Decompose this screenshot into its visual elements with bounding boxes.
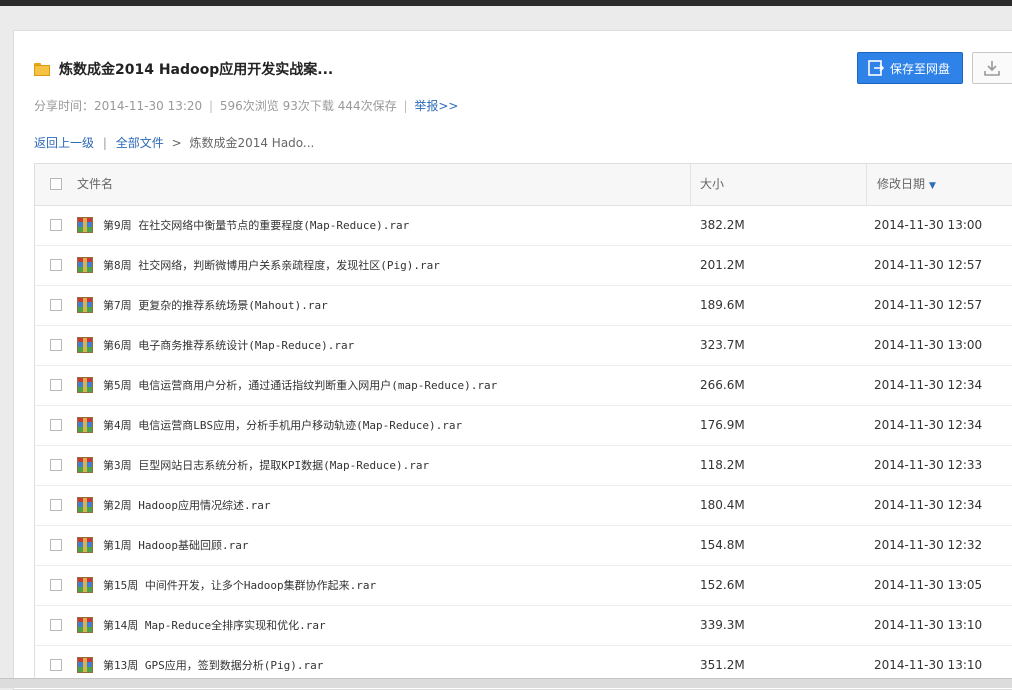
share-time-label: 分享时间： (34, 99, 95, 113)
download-count: 93次下载 (282, 99, 334, 113)
file-date: 2014-11-30 13:10 (874, 618, 983, 632)
share-time: 2014-11-30 13:20 (94, 99, 203, 113)
select-all-checkbox[interactable] (50, 178, 62, 190)
table-row[interactable]: 第14周 Map-Reduce全排序实现和优化.rar 339.3M 2014-11… (35, 606, 1012, 646)
save-count: 444次保存 (337, 99, 397, 113)
file-name[interactable]: 第3周 巨型网站日志系统分析，提取KPI数据(Map-Reduce).rar (103, 446, 429, 485)
rar-file-icon (77, 577, 93, 593)
file-name[interactable]: 第15周 中间件开发，让多个Hadoop集群协作起来.rar (103, 566, 376, 605)
header-modified[interactable]: 修改日期 ▼ (877, 164, 936, 205)
share-title: 炼数成金2014 Hadoop应用开发实战案... (59, 62, 334, 78)
row-checkbox[interactable] (50, 619, 62, 631)
table-row[interactable]: 第15周 中间件开发，让多个Hadoop集群协作起来.rar 152.6M 2014… (35, 566, 1012, 606)
row-checkbox[interactable] (50, 339, 62, 351)
view-count: 596次浏览 (219, 99, 279, 113)
file-size: 152.6M (700, 578, 745, 592)
file-name[interactable]: 第4周 电信运营商LBS应用，分析手机用户移动轨迹(Map-Reduce).ra… (103, 406, 462, 445)
breadcrumb-back[interactable]: 返回上一级 (34, 136, 94, 150)
table-row[interactable]: 第4周 电信运营商LBS应用，分析手机用户移动轨迹(Map-Reduce).ra… (35, 406, 1012, 446)
table-row[interactable]: 第3周 巨型网站日志系统分析，提取KPI数据(Map-Reduce).rar 11… (35, 446, 1012, 486)
table-header: 文件名 大小 修改日期 ▼ (35, 164, 1012, 206)
header-filename[interactable]: 文件名 (77, 164, 113, 205)
rar-file-icon (77, 257, 93, 273)
share-meta: 分享时间：2014-11-30 13:20 | 596次浏览 93次下载 444… (34, 99, 459, 113)
file-date: 2014-11-30 13:00 (874, 338, 983, 352)
table-row[interactable]: 第2周 Hadoop应用情况综述.rar 180.4M 2014-11-30 12:… (35, 486, 1012, 526)
rar-file-icon (77, 497, 93, 513)
row-checkbox[interactable] (50, 459, 62, 471)
rar-file-icon (77, 297, 93, 313)
row-checkbox[interactable] (50, 219, 62, 231)
file-date: 2014-11-30 12:57 (874, 258, 983, 272)
file-size: 266.6M (700, 378, 745, 392)
row-checkbox[interactable] (50, 379, 62, 391)
file-name[interactable]: 第5周 电信运营商用户分析，通过通话指纹判断重入网用户(map-Reduce).… (103, 366, 497, 405)
table-row[interactable]: 第1周 Hadoop基础回顾.rar 154.8M 2014-11-30 12:32 (35, 526, 1012, 566)
rar-file-icon (77, 457, 93, 473)
save-icon (868, 60, 884, 76)
file-date: 2014-11-30 12:34 (874, 418, 983, 432)
file-name[interactable]: 第1周 Hadoop基础回顾.rar (103, 526, 248, 565)
rar-file-icon (77, 537, 93, 553)
file-size: 189.6M (700, 298, 745, 312)
save-button-label: 保存至网盘 (890, 61, 951, 76)
table-row[interactable]: 第9周 在社交网络中衡量节点的重要程度(Map-Reduce).rar 382.2… (35, 206, 1012, 246)
table-row[interactable]: 第8周 社交网络，判断微博用户关系亲疏程度，发现社区(Pig).rar 201.2… (35, 246, 1012, 286)
breadcrumb-separator: > (171, 136, 182, 150)
row-checkbox[interactable] (50, 499, 62, 511)
file-size: 176.9M (700, 418, 745, 432)
row-checkbox[interactable] (50, 259, 62, 271)
share-title-row: 炼数成金2014 Hadoop应用开发实战案... (34, 59, 333, 79)
table-row[interactable]: 第6周 电子商务推荐系统设计(Map-Reduce).rar 323.7M 2014… (35, 326, 1012, 366)
rar-file-icon (77, 217, 93, 233)
rar-file-icon (77, 377, 93, 393)
rar-file-icon (77, 337, 93, 353)
breadcrumb-all-files[interactable]: 全部文件 (116, 136, 164, 150)
table-body: 第9周 在社交网络中衡量节点的重要程度(Map-Reduce).rar 382.2… (35, 206, 1012, 686)
header-modified-label: 修改日期 (877, 177, 926, 191)
file-date: 2014-11-30 12:34 (874, 378, 983, 392)
row-checkbox[interactable] (50, 579, 62, 591)
breadcrumb: 返回上一级 | 全部文件 > 炼数成金2014 Hado... (34, 136, 315, 150)
breadcrumb-current: 炼数成金2014 Hado... (189, 136, 315, 150)
browser-top-bar (0, 0, 1012, 6)
save-to-netdisk-button[interactable]: 保存至网盘 (857, 52, 963, 84)
file-name[interactable]: 第14周 Map-Reduce全排序实现和优化.rar (103, 606, 326, 645)
rar-file-icon (77, 617, 93, 633)
table-row[interactable]: 第7周 更复杂的推荐系统场景(Mahout).rar 189.6M 2014-11-… (35, 286, 1012, 326)
header-size[interactable]: 大小 (700, 164, 724, 205)
file-size: 382.2M (700, 218, 745, 232)
file-name[interactable]: 第6周 电子商务推荐系统设计(Map-Reduce).rar (103, 326, 354, 365)
report-link[interactable]: 举报>> (414, 99, 458, 113)
share-panel: 炼数成金2014 Hadoop应用开发实战案... 保存至网盘 分享时间：201… (13, 30, 1012, 690)
file-name[interactable]: 第8周 社交网络，判断微博用户关系亲疏程度，发现社区(Pig).rar (103, 246, 440, 285)
file-name[interactable]: 第9周 在社交网络中衡量节点的重要程度(Map-Reduce).rar (103, 206, 409, 245)
file-date: 2014-11-30 12:34 (874, 498, 983, 512)
file-size: 118.2M (700, 458, 745, 472)
rar-file-icon (77, 417, 93, 433)
row-checkbox[interactable] (50, 539, 62, 551)
file-date: 2014-11-30 12:32 (874, 538, 983, 552)
folder-icon (34, 62, 50, 76)
file-size: 339.3M (700, 618, 745, 632)
file-date: 2014-11-30 12:57 (874, 298, 983, 312)
row-checkbox[interactable] (50, 419, 62, 431)
sort-desc-icon: ▼ (929, 181, 936, 191)
download-icon (984, 61, 1000, 76)
file-table: 文件名 大小 修改日期 ▼ 第9周 在社交网络中衡量节点的重要程度(Map-Red… (34, 163, 1012, 687)
file-name[interactable]: 第2周 Hadoop应用情况综述.rar (103, 486, 270, 525)
table-row[interactable]: 第5周 电信运营商用户分析，通过通话指纹判断重入网用户(map-Reduce).… (35, 366, 1012, 406)
file-size: 201.2M (700, 258, 745, 272)
file-date: 2014-11-30 13:00 (874, 218, 983, 232)
rar-file-icon (77, 657, 93, 673)
file-date: 2014-11-30 13:05 (874, 578, 983, 592)
file-date: 2014-11-30 12:33 (874, 458, 983, 472)
download-button[interactable] (972, 52, 1012, 84)
row-checkbox[interactable] (50, 659, 62, 671)
file-size: 180.4M (700, 498, 745, 512)
file-size: 323.7M (700, 338, 745, 352)
row-checkbox[interactable] (50, 299, 62, 311)
file-name[interactable]: 第7周 更复杂的推荐系统场景(Mahout).rar (103, 286, 328, 325)
file-size: 154.8M (700, 538, 745, 552)
